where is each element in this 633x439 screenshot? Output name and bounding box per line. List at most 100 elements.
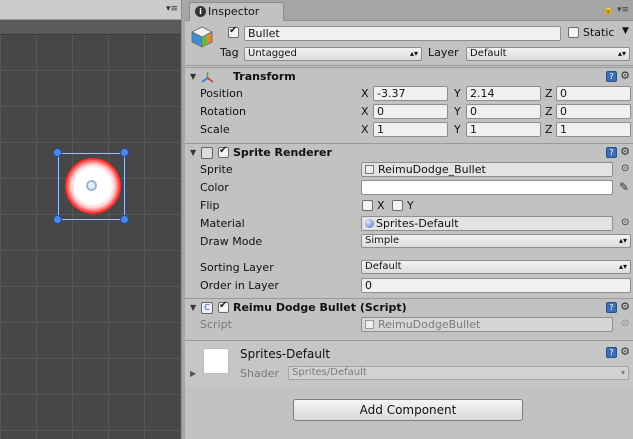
order-in-layer-field[interactable]: 0 bbox=[361, 278, 631, 293]
sprite-asset-icon bbox=[365, 165, 374, 174]
tag-value: Untagged bbox=[248, 48, 297, 59]
axis-z-label: Z bbox=[545, 87, 553, 100]
gear-icon[interactable]: ⚙ bbox=[620, 69, 630, 82]
tag-dropdown[interactable]: Untagged ▴▾ bbox=[244, 47, 422, 61]
rect-handle-bottom-left[interactable] bbox=[53, 215, 62, 224]
axis-x-label: X bbox=[361, 123, 369, 136]
scale-z-field[interactable]: 1 bbox=[556, 122, 631, 137]
scene-toolbar: ▾≡ bbox=[0, 0, 181, 20]
rect-handle-top-left[interactable] bbox=[53, 148, 62, 157]
flip-x-checkbox[interactable] bbox=[362, 200, 373, 211]
shader-dropdown[interactable]: Sprites/Default ▾ bbox=[288, 366, 629, 380]
position-label: Position bbox=[200, 87, 243, 100]
transform-icon bbox=[201, 72, 214, 83]
material-preview-section: ▶ Sprites-Default Shader Sprites/Default… bbox=[185, 340, 633, 386]
static-label: Static bbox=[583, 26, 615, 39]
foldout-expanded-icon[interactable]: ▼ bbox=[190, 148, 196, 157]
help-icon[interactable]: ? bbox=[606, 302, 617, 313]
gameobject-header: Bullet Static ▼ Tag Untagged ▴▾ Layer Def… bbox=[185, 21, 633, 66]
script-asset-icon bbox=[365, 320, 374, 329]
scene-tab-strip bbox=[0, 20, 181, 35]
script-component-header[interactable]: ▼ C Reimu Dodge Bullet (Script) ? ⚙ bbox=[185, 298, 633, 316]
sprite-object-field[interactable]: ReimuDodge_Bullet bbox=[361, 162, 613, 177]
scale-y-field[interactable]: 1 bbox=[466, 122, 541, 137]
script-label: Script bbox=[200, 318, 232, 331]
axis-y-label: Y bbox=[454, 123, 461, 136]
flip-y-checkbox[interactable] bbox=[392, 200, 403, 211]
object-name-field[interactable]: Bullet bbox=[244, 26, 561, 41]
rotation-y-field[interactable]: 0 bbox=[466, 104, 541, 119]
gameobject-cube-icon bbox=[191, 26, 213, 48]
script-icon: C bbox=[201, 302, 213, 314]
rotation-z-field[interactable]: 0 bbox=[556, 104, 631, 119]
dropdown-arrow-icon: ▴▾ bbox=[617, 49, 626, 58]
material-name: Sprites-Default bbox=[240, 347, 331, 361]
component-title: Transform bbox=[233, 70, 296, 83]
sprite-value: ReimuDodge_Bullet bbox=[378, 163, 486, 176]
active-checkbox[interactable] bbox=[228, 25, 239, 38]
axis-x-label: X bbox=[361, 87, 369, 100]
inspector-panel: i Inspector 🔒 ▾≡ Bullet Static ▼ Tag Unt… bbox=[185, 0, 633, 439]
static-checkbox[interactable] bbox=[568, 27, 579, 38]
foldout-collapsed-icon[interactable]: ▶ bbox=[190, 369, 196, 378]
material-asset-icon bbox=[365, 219, 374, 228]
position-z-field[interactable]: 0 bbox=[556, 86, 631, 101]
lock-icon[interactable]: 🔒 bbox=[603, 5, 614, 15]
axis-x-label: X bbox=[361, 105, 369, 118]
axis-z-label: Z bbox=[545, 105, 553, 118]
material-value: Sprites-Default bbox=[376, 217, 459, 230]
rect-handle-top-right[interactable] bbox=[120, 148, 129, 157]
foldout-expanded-icon[interactable]: ▼ bbox=[190, 303, 196, 312]
rotation-x-field[interactable]: 0 bbox=[373, 104, 448, 119]
sprite-label: Sprite bbox=[200, 163, 233, 176]
scene-view[interactable]: ▾≡ bbox=[0, 0, 181, 439]
inspector-tabbar: i Inspector 🔒 ▾≡ bbox=[185, 0, 633, 21]
sprite-renderer-enabled-checkbox[interactable] bbox=[218, 145, 229, 158]
material-label: Material bbox=[200, 217, 245, 230]
material-thumbnail bbox=[203, 348, 229, 374]
foldout-expanded-icon[interactable]: ▼ bbox=[190, 72, 196, 81]
help-icon[interactable]: ? bbox=[606, 347, 617, 358]
tab-inspector[interactable]: i Inspector bbox=[189, 2, 284, 21]
object-picker-icon[interactable]: ⊙ bbox=[621, 163, 629, 174]
help-icon[interactable]: ? bbox=[606, 147, 617, 158]
eyedropper-icon[interactable]: ✎ bbox=[619, 180, 629, 194]
dropdown-arrow-icon: ▴▾ bbox=[618, 236, 627, 245]
layer-dropdown[interactable]: Default ▴▾ bbox=[466, 47, 630, 61]
gear-icon[interactable]: ⚙ bbox=[620, 345, 630, 358]
position-x-field[interactable]: -3.37 bbox=[373, 86, 448, 101]
color-label: Color bbox=[200, 181, 229, 194]
scale-x-field[interactable]: 1 bbox=[373, 122, 448, 137]
rect-handle-bottom-right[interactable] bbox=[120, 215, 129, 224]
script-enabled-checkbox[interactable] bbox=[218, 300, 229, 313]
flip-y-label: Y bbox=[407, 199, 414, 212]
scale-label: Scale bbox=[200, 123, 230, 136]
draw-mode-dropdown[interactable]: Simple ▴▾ bbox=[361, 234, 631, 248]
object-picker-icon: ⊙ bbox=[621, 318, 630, 329]
transform-header[interactable]: ▼ Transform ? ⚙ bbox=[185, 67, 633, 85]
object-picker-icon[interactable]: ⊙ bbox=[621, 217, 629, 228]
gear-icon[interactable]: ⚙ bbox=[620, 145, 630, 158]
gear-icon[interactable]: ⚙ bbox=[620, 300, 630, 313]
sorting-layer-dropdown[interactable]: Default ▴▾ bbox=[361, 260, 631, 274]
flip-label: Flip bbox=[200, 199, 220, 212]
component-title: Sprite Renderer bbox=[233, 146, 332, 159]
sprite-renderer-header[interactable]: ▼ Sprite Renderer ? ⚙ bbox=[185, 143, 633, 161]
axis-z-label: Z bbox=[545, 123, 553, 136]
dropdown-arrow-icon: ▴▾ bbox=[618, 262, 627, 271]
position-y-field[interactable]: 2.14 bbox=[466, 86, 541, 101]
panel-menu-icon[interactable]: ▾≡ bbox=[166, 4, 178, 14]
tab-label: Inspector bbox=[208, 5, 260, 18]
script-object-field: ReimuDodgeBullet bbox=[361, 317, 613, 332]
panel-menu-icon[interactable]: ▾≡ bbox=[617, 5, 629, 15]
scene-grid bbox=[0, 20, 181, 439]
add-component-button[interactable]: Add Component bbox=[293, 399, 523, 421]
static-dropdown-icon[interactable]: ▼ bbox=[622, 26, 629, 36]
selection-rect bbox=[58, 153, 125, 220]
color-field[interactable] bbox=[361, 180, 613, 195]
material-object-field[interactable]: Sprites-Default bbox=[361, 216, 613, 231]
sprite-renderer-icon bbox=[201, 147, 213, 159]
help-icon[interactable]: ? bbox=[606, 71, 617, 82]
sorting-layer-value: Default bbox=[365, 261, 402, 272]
layer-label: Layer bbox=[428, 46, 459, 59]
